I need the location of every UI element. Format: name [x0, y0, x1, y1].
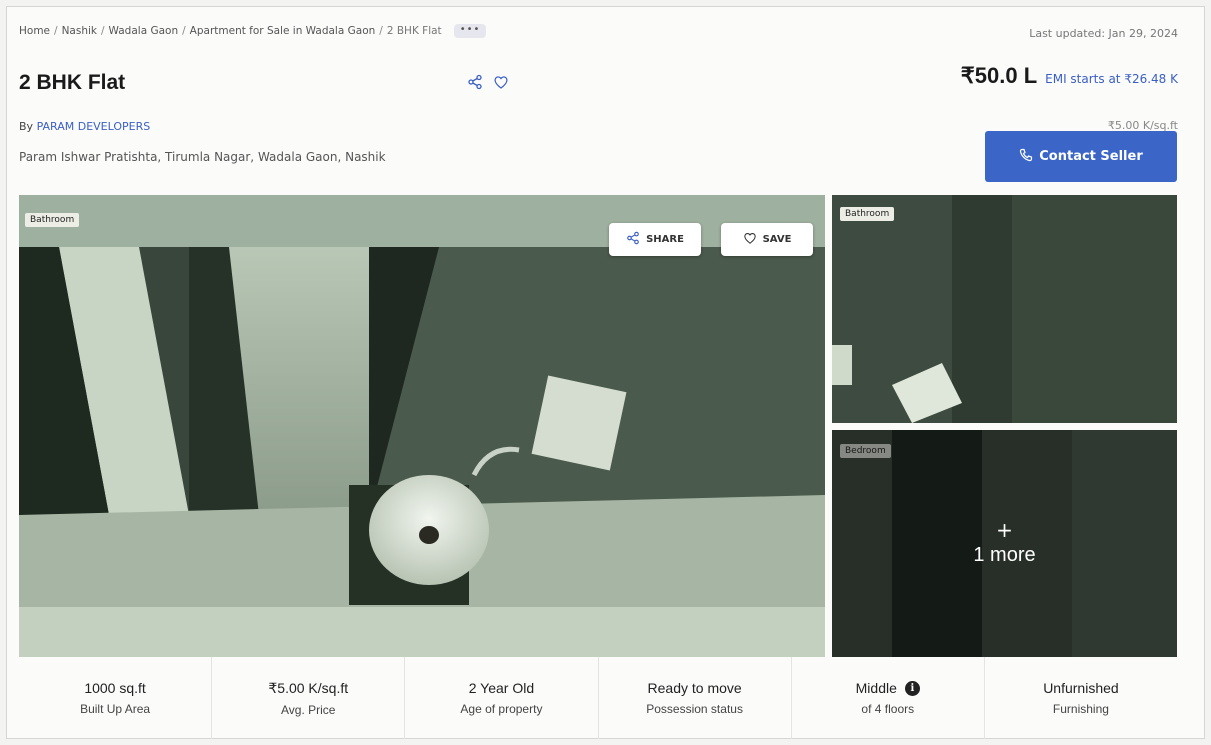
stat-label: of 4 floors	[861, 702, 915, 716]
breadcrumb-separator: /	[100, 25, 105, 37]
stat-label: Possession status	[646, 702, 743, 716]
info-icon[interactable]: i	[904, 680, 920, 696]
emi-link[interactable]: EMI starts at ₹26.48 K	[1045, 72, 1178, 86]
breadcrumb-more-button[interactable]: •••	[453, 24, 487, 38]
breadcrumb-locality[interactable]: Wadala Gaon	[109, 25, 179, 37]
phone-icon	[1019, 148, 1033, 166]
share-button-label: SHARE	[646, 234, 684, 245]
more-photos-overlay[interactable]: + 1 more	[832, 430, 1177, 657]
share-button[interactable]: SHARE	[609, 223, 701, 256]
contact-seller-label: Contact Seller	[1039, 149, 1143, 164]
last-updated-text: Last updated: Jan 29, 2024	[1029, 27, 1178, 40]
developer-link[interactable]: PARAM DEVELOPERS	[37, 120, 151, 133]
breadcrumb-current: 2 BHK Flat	[386, 25, 442, 37]
save-button-label: SAVE	[762, 234, 792, 245]
listing-card: Home / Nashik / Wadala Gaon / Apartment …	[6, 6, 1205, 739]
main-photo-tag: Bathroom	[25, 213, 80, 227]
stat-value: Middle	[855, 680, 897, 696]
stat-avg-price: ₹5.00 K/sq.ft Avg. Price	[212, 657, 406, 739]
bathroom-photo-art	[832, 195, 1177, 423]
breadcrumb-separator: /	[54, 25, 58, 37]
property-stats: 1000 sq.ft Built Up Area ₹5.00 K/sq.ft A…	[19, 657, 1177, 739]
stat-label: Age of property	[460, 702, 543, 716]
breadcrumb-separator: /	[379, 25, 383, 37]
breadcrumb: Home / Nashik / Wadala Gaon / Apartment …	[19, 24, 487, 38]
stat-built-up-area: 1000 sq.ft Built Up Area	[19, 657, 213, 739]
stat-label: Avg. Price	[281, 702, 336, 717]
more-photos-count: 1 more	[973, 544, 1036, 566]
contact-seller-button[interactable]: Contact Seller	[985, 131, 1177, 182]
breadcrumb-category[interactable]: Apartment for Sale in Wadala Gaon	[190, 25, 376, 37]
side-photo-1[interactable]: Bathroom	[832, 195, 1177, 423]
stat-value: ₹5.00 K/sq.ft	[268, 679, 349, 696]
stat-label: Built Up Area	[80, 702, 151, 716]
more-photos-plus: +	[996, 518, 1013, 542]
stat-possession: Ready to move Possession status	[599, 657, 792, 739]
stat-furnishing: Unfurnished Furnishing	[985, 657, 1177, 739]
stat-value-wrap: Middle i	[856, 680, 920, 696]
breadcrumb-separator: /	[182, 25, 186, 37]
side-photo-2[interactable]: Bedroom + 1 more	[832, 430, 1177, 657]
save-button[interactable]: SAVE	[721, 223, 813, 256]
stat-label: Furnishing	[1052, 702, 1109, 716]
heart-icon[interactable]	[493, 74, 509, 90]
stat-age: 2 Year Old Age of property	[405, 657, 599, 739]
listing-address: Param Ishwar Pratishta, Tirumla Nagar, W…	[19, 150, 386, 164]
main-photo[interactable]: Bathroom SHARE SAVE	[19, 195, 825, 657]
stat-value: 1000 sq.ft	[84, 680, 146, 696]
listing-price: ₹50.0 L	[960, 63, 1038, 88]
price-row: ₹50.0 L EMI starts at ₹26.48 K	[961, 63, 1178, 89]
stat-value: 2 Year Old	[468, 680, 535, 696]
bathroom-photo-art	[19, 195, 825, 657]
breadcrumb-home[interactable]: Home	[19, 25, 50, 37]
developer-line: By PARAM DEVELOPERS	[19, 120, 150, 133]
share-icon[interactable]	[467, 74, 483, 90]
title-actions	[467, 74, 509, 90]
stat-value: Unfurnished	[1043, 680, 1119, 696]
stat-floor: Middle i of 4 floors	[792, 657, 985, 739]
listing-title: 2 BHK Flat	[19, 71, 126, 94]
side-photo-1-tag: Bathroom	[840, 207, 895, 221]
stat-value: Ready to move	[647, 680, 742, 696]
by-prefix: By	[19, 120, 34, 133]
share-icon	[626, 231, 640, 248]
breadcrumb-city[interactable]: Nashik	[62, 25, 97, 37]
heart-icon	[743, 231, 757, 248]
